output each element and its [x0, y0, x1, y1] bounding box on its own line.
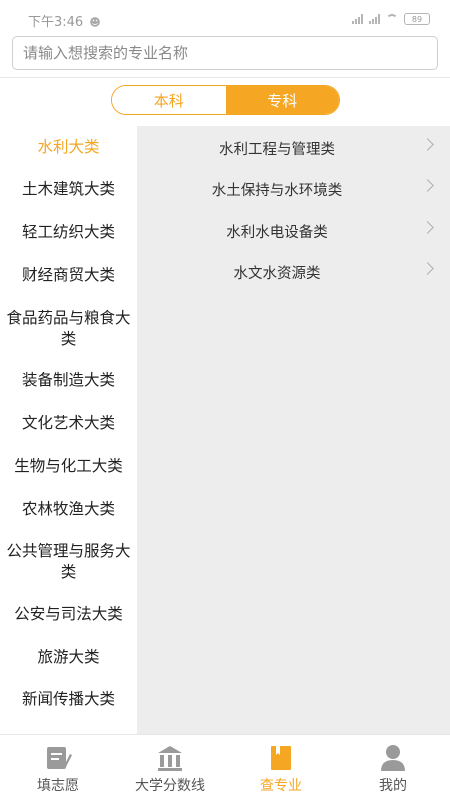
header-divider: [0, 77, 450, 78]
tab-profile[interactable]: 我的: [360, 735, 426, 800]
subcategory-item[interactable]: 水利工程与管理类: [137, 126, 450, 167]
tab-university-scores[interactable]: 大学分数线: [122, 735, 218, 800]
university-building-icon: [156, 744, 184, 772]
subcategory-item[interactable]: 水利水电设备类: [137, 209, 450, 250]
book-search-icon: [267, 744, 295, 772]
chevron-right-icon: [421, 262, 434, 275]
category-item[interactable]: 土木建筑大类: [0, 179, 137, 200]
tab-undergraduate[interactable]: 本科: [112, 86, 226, 114]
edit-form-icon: [44, 744, 72, 772]
subcategory-item[interactable]: 水土保持与水环境类: [137, 167, 450, 208]
chevron-right-icon: [421, 179, 434, 192]
category-item[interactable]: 新闻传播大类: [0, 689, 137, 710]
category-item[interactable]: 财经商贸大类: [0, 265, 137, 286]
category-item[interactable]: 轻工纺织大类: [0, 222, 137, 243]
status-bar: 下午3:46 ☻ 89: [0, 0, 450, 38]
cell-signal-icon: [352, 14, 363, 24]
bottom-tab-bar: 填志愿 大学分数线 查专业 我的: [0, 734, 450, 800]
category-item[interactable]: 公安与司法大类: [0, 604, 137, 625]
subcategory-label: 水文水资源类: [233, 266, 321, 282]
subcategory-panel: 水利工程与管理类 水土保持与水环境类 水利水电设备类 水文水资源类: [137, 126, 450, 734]
chevron-right-icon: [421, 221, 434, 234]
chevron-right-icon: [421, 138, 434, 151]
category-list: 水利大类 土木建筑大类 轻工纺织大类 财经商贸大类 食品药品与粮食大类 装备制造…: [0, 126, 137, 734]
wifi-icon: [386, 14, 398, 24]
category-item[interactable]: 生物与化工大类: [0, 456, 137, 477]
tab-vocational[interactable]: 专科: [225, 86, 339, 114]
search-input[interactable]: [13, 37, 437, 69]
notification-icon: ☻: [89, 16, 101, 29]
battery-icon: 89: [404, 13, 430, 25]
tab-fill-application[interactable]: 填志愿: [25, 735, 91, 800]
tab-label: 查专业: [260, 778, 302, 794]
subcategory-label: 水利水电设备类: [226, 225, 328, 241]
subcategory-item[interactable]: 水文水资源类: [137, 250, 450, 291]
category-item-selected[interactable]: 水利大类: [0, 137, 137, 158]
status-time-text: 下午3:46: [28, 15, 84, 30]
cell-signal-2-icon: [369, 14, 380, 24]
category-item[interactable]: 装备制造大类: [0, 370, 137, 391]
category-item[interactable]: 食品药品与粮食大类: [0, 308, 137, 350]
tab-label: 我的: [379, 778, 407, 794]
tab-label: 大学分数线: [135, 778, 205, 794]
category-item[interactable]: 文化艺术大类: [0, 413, 137, 434]
battery-level: 89: [411, 14, 423, 24]
degree-segmented-control: 本科 专科: [111, 85, 340, 115]
category-item[interactable]: 旅游大类: [0, 647, 137, 668]
category-item[interactable]: 公共管理与服务大类: [0, 541, 137, 583]
status-time: 下午3:46 ☻: [28, 11, 101, 30]
subcategory-label: 水利工程与管理类: [219, 142, 335, 158]
search-box: [12, 36, 438, 70]
tab-search-major[interactable]: 查专业: [248, 735, 314, 800]
tab-label: 填志愿: [37, 778, 79, 794]
user-profile-icon: [379, 744, 407, 772]
subcategory-label: 水土保持与水环境类: [211, 183, 343, 199]
category-item[interactable]: 农林牧渔大类: [0, 499, 137, 520]
status-indicators: 89: [352, 13, 430, 25]
